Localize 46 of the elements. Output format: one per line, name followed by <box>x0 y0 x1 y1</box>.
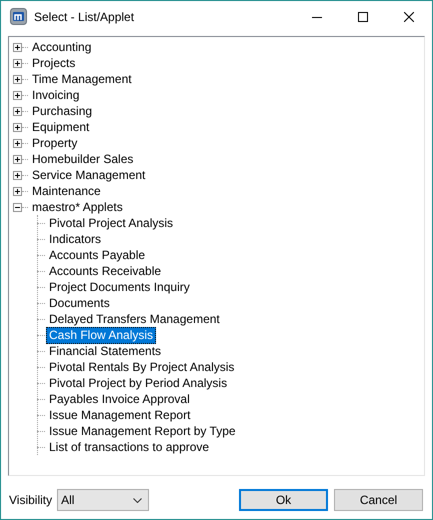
tree-item[interactable]: Accounting <box>29 38 94 56</box>
expand-icon[interactable] <box>13 154 22 164</box>
tree-item[interactable]: Pivotal Project by Period Analysis <box>46 374 230 392</box>
tree-item[interactable]: Accounts Payable <box>46 246 148 264</box>
expand-icon[interactable] <box>13 58 22 68</box>
tree-item[interactable]: Purchasing <box>29 102 96 120</box>
tree-item[interactable]: Projects <box>29 54 78 72</box>
tree-item[interactable]: Issue Management Report <box>46 406 194 424</box>
tree-item[interactable]: Time Management <box>29 70 135 88</box>
tree-item[interactable]: Invoicing <box>29 86 82 104</box>
expand-icon[interactable] <box>13 74 22 84</box>
tree-item[interactable]: Homebuilder Sales <box>29 150 136 168</box>
expand-icon[interactable] <box>13 170 22 180</box>
tree-item[interactable]: Financial Statements <box>46 342 164 360</box>
tree-item[interactable]: Property <box>29 134 80 152</box>
expand-icon[interactable] <box>13 90 22 100</box>
expand-icon[interactable] <box>13 122 22 132</box>
tree-item[interactable]: Equipment <box>29 118 92 136</box>
tree-item[interactable]: Accounts Receivable <box>46 262 164 280</box>
expand-icon[interactable] <box>13 186 22 196</box>
tree-item[interactable]: maestro* Applets <box>29 198 126 216</box>
tree-item[interactable]: List of transactions to approve <box>46 438 212 456</box>
expand-icon[interactable] <box>13 106 22 116</box>
tree-item[interactable]: Payables Invoice Approval <box>46 390 193 408</box>
dialog-button[interactable]: Cancel <box>334 489 423 511</box>
tree-item[interactable]: Pivotal Project Analysis <box>46 214 176 232</box>
expand-icon[interactable] <box>13 42 22 52</box>
tree-item[interactable]: Pivotal Rentals By Project Analysis <box>46 358 238 376</box>
tree-item[interactable]: Cash Flow Analysis <box>46 326 156 344</box>
tree-item[interactable]: Project Documents Inquiry <box>46 278 193 296</box>
window-title: Select - List/Applet <box>34 10 136 24</box>
chevron-down-icon <box>133 498 142 502</box>
tree-item[interactable]: Indicators <box>46 230 104 248</box>
dialog-button[interactable]: Ok <box>239 489 328 511</box>
app-logo-icon <box>10 8 27 25</box>
tree-item[interactable]: Maintenance <box>29 182 104 200</box>
maximize-icon[interactable] <box>358 12 368 22</box>
collapse-icon[interactable] <box>13 202 22 212</box>
tree-item[interactable]: Delayed Transfers Management <box>46 310 223 328</box>
tree-item[interactable]: Service Management <box>29 166 148 184</box>
close-icon[interactable] <box>404 12 414 22</box>
tree-item[interactable]: Documents <box>46 294 113 312</box>
expand-icon[interactable] <box>13 138 22 148</box>
visibility-dropdown[interactable]: All <box>57 489 150 511</box>
visibility-label: Visibility <box>9 493 52 507</box>
tree-item[interactable]: Issue Management Report by Type <box>46 422 239 440</box>
